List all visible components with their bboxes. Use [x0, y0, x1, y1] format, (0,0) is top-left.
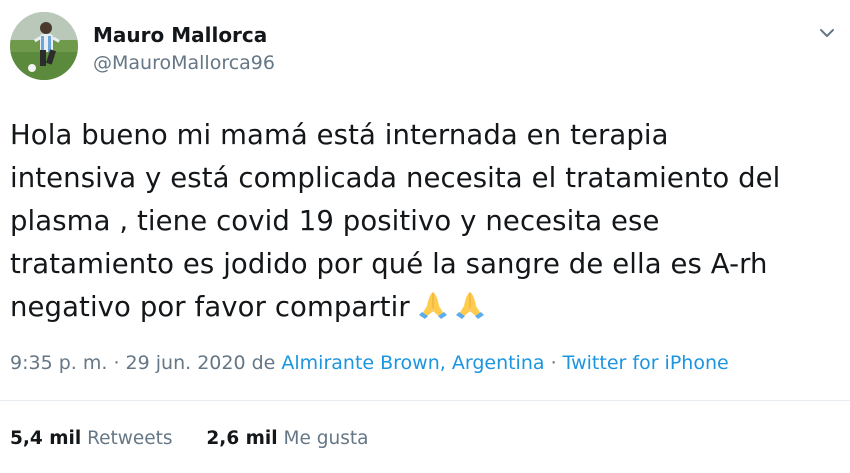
user-handle[interactable]: @MauroMallorca96 [93, 50, 275, 76]
emoji-group [416, 288, 490, 335]
tweet-text-line: Hola bueno mi mamá está internada en ter… [10, 119, 669, 151]
avatar-photo [10, 12, 78, 80]
more-options-button[interactable] [814, 20, 840, 46]
retweets-count: 5,4 mil [10, 428, 82, 449]
meta-separator: · [544, 352, 563, 374]
tweet-card: Mauro Mallorca @MauroMallorca96 Hola bue… [0, 0, 850, 473]
meta-separator: · [107, 352, 126, 374]
retweets-label: Retweets [87, 428, 173, 449]
tweet-text: Hola bueno mi mamá está internada en ter… [10, 114, 840, 335]
avatar[interactable] [10, 12, 78, 80]
chevron-down-icon [820, 29, 834, 37]
tweet-text-line: plasma , tiene covid 19 positivo y neces… [10, 205, 660, 237]
tweet-text-line: tratamiento es jodido por qué la sangre … [10, 248, 768, 280]
source-link[interactable]: Twitter for iPhone [563, 352, 729, 374]
likes-stat[interactable]: 2,6 mil Me gusta [206, 426, 368, 452]
display-name[interactable]: Mauro Mallorca [93, 22, 275, 48]
folded-hands-icon [418, 292, 447, 319]
user-names: Mauro Mallorca @MauroMallorca96 [93, 22, 275, 76]
tweet-meta: 9:35 p. m. · 29 jun. 2020 de Almirante B… [10, 350, 729, 376]
likes-label: Me gusta [283, 428, 369, 449]
tweet-text-line-last: negativo por favor compartir [10, 286, 840, 335]
tweet-stats: 5,4 mil Retweets 2,6 mil Me gusta [10, 426, 368, 452]
tweet-text-line: negativo por favor compartir [10, 291, 410, 323]
tweet-time[interactable]: 9:35 p. m. [10, 352, 107, 374]
meta-from-label: de [245, 352, 282, 374]
retweets-stat[interactable]: 5,4 mil Retweets [10, 426, 173, 452]
tweet-header: Mauro Mallorca @MauroMallorca96 [10, 12, 840, 87]
likes-count: 2,6 mil [206, 428, 278, 449]
divider [0, 400, 850, 401]
tweet-text-line: intensiva y está complicada necesita el … [10, 162, 781, 194]
tweet-date[interactable]: 29 jun. 2020 [126, 352, 246, 374]
location-link[interactable]: Almirante Brown, Argentina [281, 352, 544, 374]
folded-hands-icon [455, 292, 484, 319]
